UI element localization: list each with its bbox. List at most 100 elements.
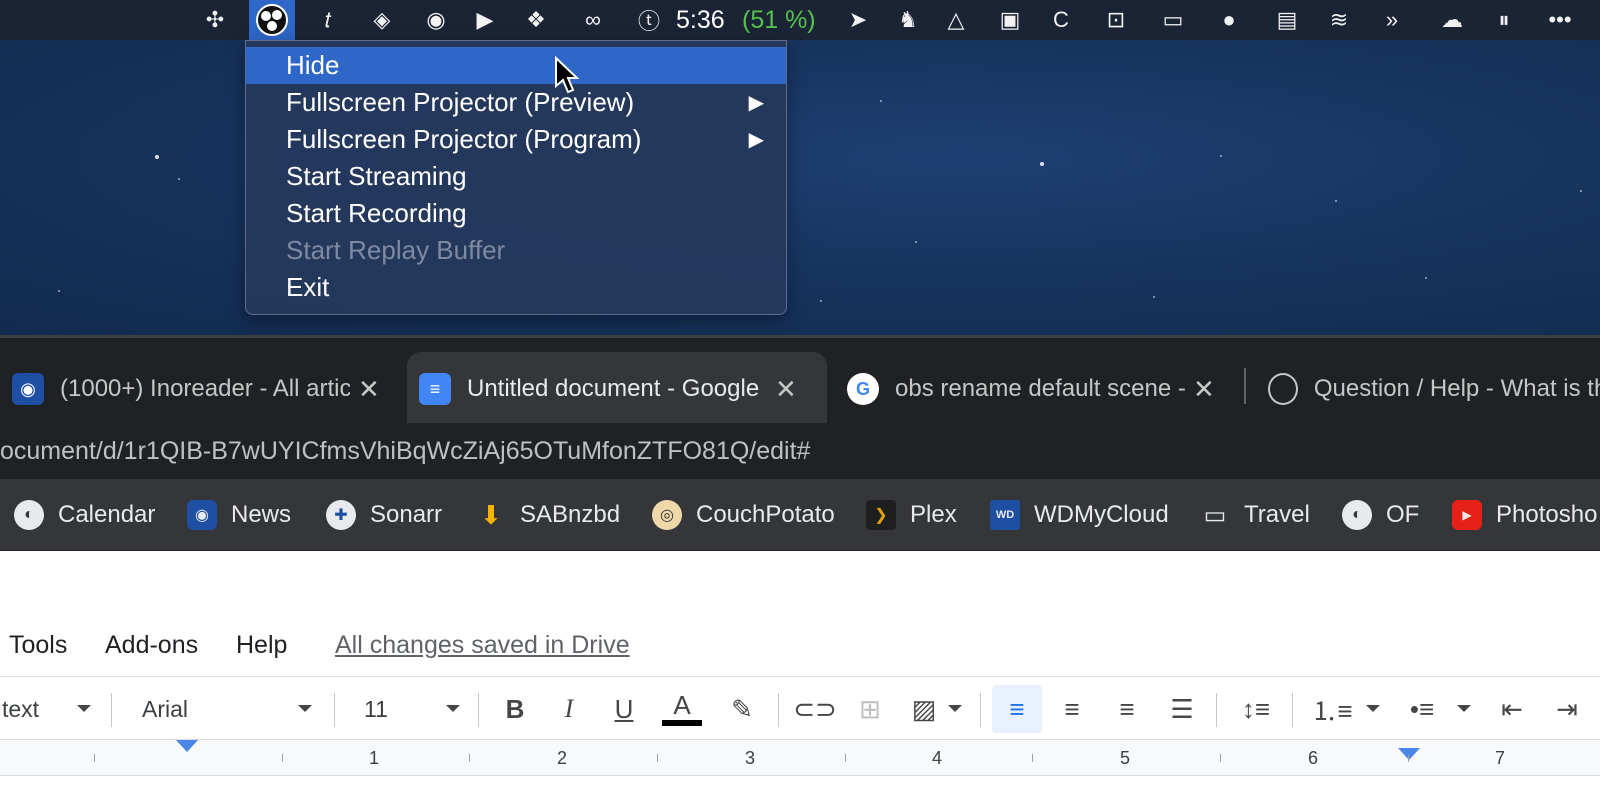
bookmark-label: CouchPotato — [696, 501, 835, 528]
evernote-icon[interactable]: ♞ — [893, 0, 923, 40]
chevron-down-icon — [446, 705, 460, 712]
left-indent-marker[interactable] — [176, 740, 198, 752]
tab-title: Untitled document - Google — [467, 375, 760, 402]
typora-icon[interactable]: 𝑡 — [313, 0, 343, 40]
calendar-icon[interactable]: ▣ — [995, 0, 1025, 40]
bookmark-photoshop[interactable]: ▶ Photosho — [1452, 479, 1597, 551]
bulleted-list-button[interactable]: •≡ — [1400, 677, 1444, 741]
numbered-list-button[interactable]: ⒈≡ — [1310, 677, 1354, 741]
close-icon[interactable]: ✕ — [775, 374, 797, 405]
drive-icon[interactable]: △ — [941, 0, 971, 40]
italic-button[interactable]: I — [549, 677, 589, 741]
menu-item-fullscreen-preview[interactable]: Fullscreen Projector (Preview) ▶ — [246, 84, 786, 121]
submenu-arrow-icon: ▶ — [748, 92, 764, 114]
typeeto-icon[interactable]: ⓣ — [634, 0, 664, 40]
cleaner-icon[interactable]: C — [1046, 0, 1076, 40]
presentation-icon[interactable]: ⊡ — [1101, 0, 1131, 40]
style-value: text — [2, 695, 40, 722]
tab-inoreader[interactable]: ◉ (1000+) Inoreader - All artic ✕ — [0, 352, 400, 426]
close-icon[interactable]: ✕ — [358, 374, 380, 405]
menu-item-exit[interactable]: Exit — [246, 269, 786, 306]
menu-item-label: Fullscreen Projector (Preview) — [286, 87, 635, 117]
bookmark-sonarr[interactable]: ✚ Sonarr — [326, 479, 442, 551]
font-select[interactable]: Arial — [142, 677, 292, 741]
ruler-number: 2 — [557, 748, 568, 768]
text-color-button[interactable]: A — [660, 677, 704, 741]
ruler-number: 6 — [1308, 748, 1319, 768]
forward-icon[interactable]: » — [1377, 0, 1407, 40]
ruler-number: 7 — [1495, 748, 1506, 768]
pause-icon[interactable]: ⏸ — [1489, 0, 1519, 40]
bookmark-news[interactable]: ◉ News — [187, 479, 291, 551]
clock[interactable]: 5:36 — [676, 0, 725, 40]
highlighter-icon: ✎ — [731, 693, 753, 724]
right-indent-marker[interactable] — [1398, 748, 1420, 760]
bold-button[interactable]: B — [495, 677, 535, 741]
upload-icon[interactable]: ☁ — [1437, 0, 1467, 40]
camera-icon[interactable]: ◉ — [421, 0, 451, 40]
underline-button[interactable]: U — [604, 677, 644, 741]
bookmark-of[interactable]: ◐ OF — [1342, 479, 1419, 551]
align-left-icon: ≡ — [1009, 693, 1025, 724]
creative-cloud-icon[interactable]: ∞ — [578, 0, 608, 40]
close-icon[interactable]: ✕ — [1193, 374, 1215, 405]
bookmark-label: WDMyCloud — [1034, 501, 1169, 528]
bookmark-couchpotato[interactable]: ◎ CouchPotato — [652, 479, 835, 551]
grid-icon[interactable]: ✣ — [200, 0, 230, 40]
image-icon: ▨ — [911, 693, 937, 724]
align-center-button[interactable]: ≡ — [1050, 677, 1094, 741]
decrease-indent-button[interactable]: ⇤ — [1490, 677, 1534, 741]
menu-item-label: Start Replay Buffer — [286, 235, 506, 265]
bookmark-calendar[interactable]: ◐ Calendar — [14, 479, 155, 551]
menu-help[interactable]: Help — [236, 625, 287, 665]
justify-button[interactable]: ☰ — [1160, 677, 1204, 741]
save-status-link[interactable]: All changes saved in Drive — [335, 625, 630, 665]
menu-item-start-recording[interactable]: Start Recording — [246, 195, 786, 232]
rss-icon: ◉ — [12, 373, 44, 405]
tab-obs-search[interactable]: G obs rename default scene - ✕ — [835, 352, 1230, 426]
menu-item-start-streaming[interactable]: Start Streaming — [246, 158, 786, 195]
more-icon[interactable]: ••• — [1545, 0, 1575, 40]
tab-google-doc[interactable]: ≡ Untitled document - Google ✕ — [407, 352, 827, 426]
globe-icon: ◐ — [14, 500, 44, 530]
docs-toolbar: text Arial 11 B I U A ✎ ⊂⊃ ⊞ ▨ ≡ ≡ ≡ ☰ ↕… — [0, 676, 1600, 740]
tab-obs-forum[interactable]: Question / Help - What is th — [1256, 352, 1600, 426]
zoom-icon[interactable]: ▶ — [470, 0, 500, 40]
menu-item-label: Exit — [286, 272, 330, 302]
battery-icon[interactable]: ▤ — [1272, 0, 1302, 40]
wd-icon: WD — [990, 500, 1020, 530]
prompt-icon[interactable]: ➤ — [843, 0, 873, 40]
menu-item-fullscreen-program[interactable]: Fullscreen Projector (Program) ▶ — [246, 121, 786, 158]
line-spacing-button[interactable]: ↕≡ — [1234, 677, 1278, 741]
obs-icon[interactable] — [249, 0, 295, 40]
insert-link-button[interactable]: ⊂⊃ — [793, 677, 837, 741]
bookmark-travel[interactable]: ▭ Travel — [1200, 479, 1310, 551]
layers-icon[interactable]: ◈ — [367, 0, 397, 40]
menu-addons[interactable]: Add-ons — [105, 625, 198, 665]
insert-comment-button[interactable]: ⊞ — [850, 677, 890, 741]
youtube-icon: ▶ — [1452, 500, 1482, 530]
insert-image-button[interactable]: ▨ — [904, 677, 944, 741]
bookmark-wdmycloud[interactable]: WD WDMyCloud — [990, 479, 1169, 551]
menu-item-hide[interactable]: Hide — [246, 47, 786, 84]
increase-indent-button[interactable]: ⇥ — [1545, 677, 1589, 741]
font-size-select[interactable]: 11 — [364, 677, 444, 741]
docs-icon: ≡ — [419, 373, 451, 405]
battery-percent[interactable]: (51 %) — [742, 0, 816, 40]
comment-add-icon: ⊞ — [859, 693, 881, 724]
weather-icon[interactable]: ≋ — [1324, 0, 1354, 40]
dropbox-icon[interactable]: ❖ — [521, 0, 551, 40]
highlight-button[interactable]: ✎ — [722, 677, 762, 741]
align-left-button[interactable]: ≡ — [992, 685, 1042, 733]
bookmark-sabnzbd[interactable]: ⬇ SABnzbd — [476, 479, 620, 551]
video-icon[interactable]: ▭ — [1158, 0, 1188, 40]
bookmark-plex[interactable]: ❯ Plex — [866, 479, 957, 551]
align-right-button[interactable]: ≡ — [1105, 677, 1149, 741]
siri-icon[interactable]: ● — [1214, 0, 1244, 40]
ruler-number: 4 — [932, 748, 943, 768]
underline-icon: U — [614, 693, 634, 724]
download-icon: ⬇ — [480, 499, 502, 530]
plex-icon: ❯ — [866, 500, 896, 530]
bookmark-label: Calendar — [58, 501, 156, 528]
menu-tools[interactable]: Tools — [9, 625, 67, 665]
